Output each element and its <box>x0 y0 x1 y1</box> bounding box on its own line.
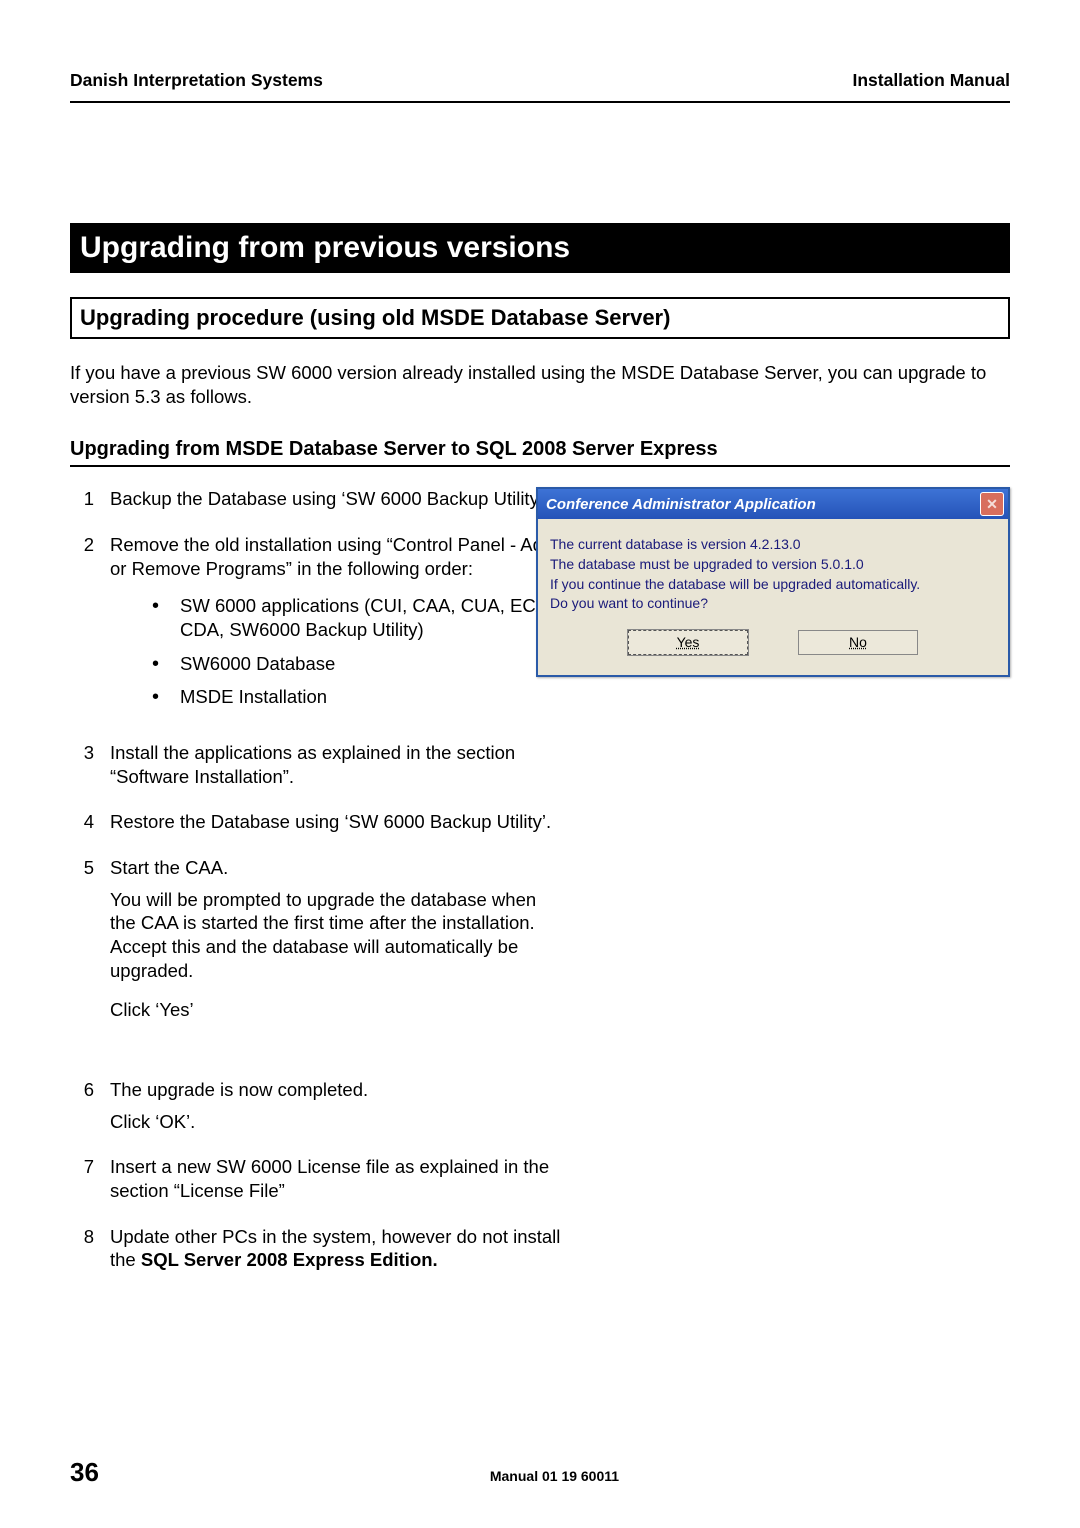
step-extra: You will be prompted to upgrade the data… <box>110 888 565 983</box>
step-extra: Click ‘Yes’ <box>110 998 565 1022</box>
dialog-line: Do you want to continue? <box>550 594 996 614</box>
subsection2-title: Upgrading from MSDE Database Server to S… <box>70 438 1010 467</box>
step-number: 3 <box>70 741 94 788</box>
page-number: 36 <box>70 1457 99 1488</box>
dialog-line: If you continue the database will be upg… <box>550 575 996 595</box>
step-4: 4 Restore the Database using ‘SW 6000 Ba… <box>70 810 565 834</box>
dialog-line: The database must be upgraded to version… <box>550 555 996 575</box>
close-icon[interactable]: ✕ <box>980 492 1004 516</box>
step-number: 4 <box>70 810 94 834</box>
step-7: 7 Insert a new SW 6000 License file as e… <box>70 1155 565 1202</box>
dialog-line: The current database is version 4.2.13.0 <box>550 535 996 555</box>
step-2: 2 Remove the old installation using “Con… <box>70 533 565 719</box>
step-text: Backup the Database using ‘SW 6000 Backu… <box>110 487 565 511</box>
step-number: 5 <box>70 856 94 1022</box>
upgrade-dialog: Conference Administrator Application ✕ T… <box>536 487 1010 677</box>
step-3: 3 Install the applications as explained … <box>70 741 565 788</box>
step-6: 6 The upgrade is now completed. Click ‘O… <box>70 1078 565 1133</box>
header-right: Installation Manual <box>852 70 1010 91</box>
step-1: 1 Backup the Database using ‘SW 6000 Bac… <box>70 487 565 511</box>
subsection-title: Upgrading procedure (using old MSDE Data… <box>70 297 1010 339</box>
step-number: 1 <box>70 487 94 511</box>
section-title: Upgrading from previous versions <box>70 223 1010 273</box>
step-number: 8 <box>70 1225 94 1272</box>
step-number: 2 <box>70 533 94 719</box>
header-rule <box>70 101 1010 103</box>
step-text: Remove the old installation using “Contr… <box>110 533 565 580</box>
step-text: Install the applications as explained in… <box>110 741 565 788</box>
step-number: 7 <box>70 1155 94 1202</box>
yes-button[interactable]: Yes <box>628 630 748 656</box>
step-number: 6 <box>70 1078 94 1133</box>
step-text: The upgrade is now completed. <box>110 1078 565 1102</box>
bullet-item: MSDE Installation <box>152 685 565 709</box>
step-text: Insert a new SW 6000 License file as exp… <box>110 1155 565 1202</box>
intro-paragraph: If you have a previous SW 6000 version a… <box>70 361 1010 408</box>
step-extra: Click ‘OK’. <box>110 1110 565 1134</box>
bullet-item: SW6000 Database <box>152 652 565 676</box>
step-5: 5 Start the CAA. You will be prompted to… <box>70 856 565 1022</box>
no-button[interactable]: No <box>798 630 918 656</box>
step-text: Start the CAA. <box>110 856 565 880</box>
header-left: Danish Interpretation Systems <box>70 70 323 91</box>
step-8: 8 Update other PCs in the system, howeve… <box>70 1225 565 1272</box>
step-text: Restore the Database using ‘SW 6000 Back… <box>110 810 565 834</box>
step-text-bold: SQL Server 2008 Express Edition. <box>141 1249 438 1270</box>
footer-manual-id: Manual 01 19 60011 <box>99 1468 1010 1484</box>
dialog-title: Conference Administrator Application <box>546 496 816 513</box>
bullet-item: SW 6000 applications (CUI, CAA, CUA, ECA… <box>152 594 565 641</box>
